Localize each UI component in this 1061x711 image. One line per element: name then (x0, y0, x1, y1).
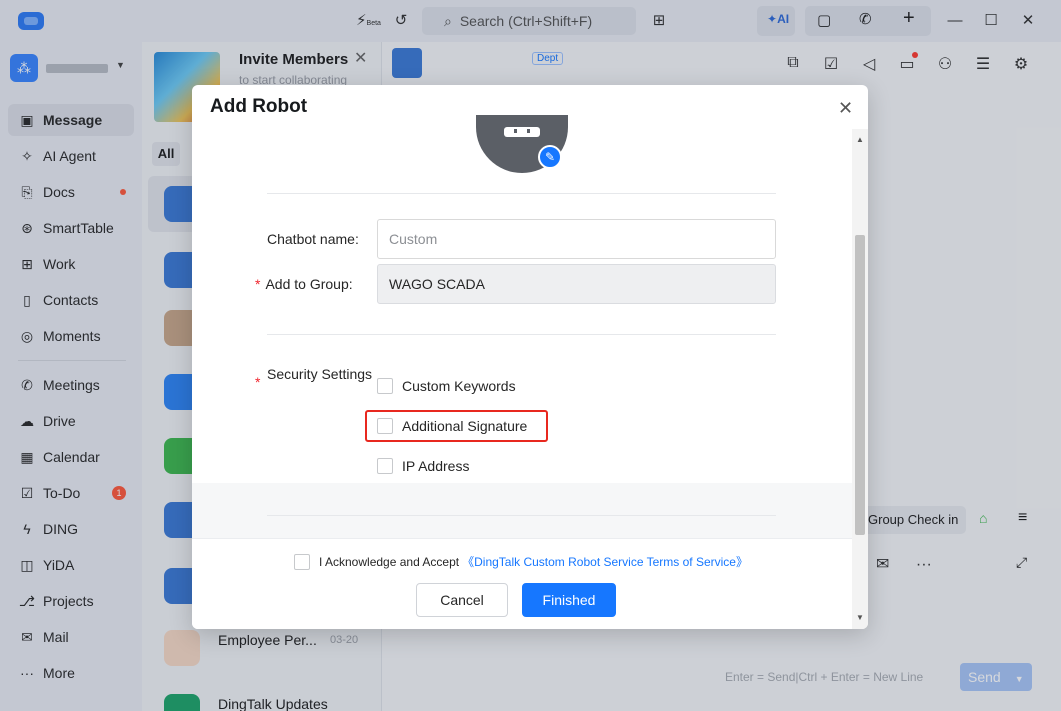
scrollbar-thumb[interactable] (855, 235, 865, 535)
option-label: IP Address (402, 458, 470, 474)
settings-details-area (192, 483, 852, 539)
custom-keywords-checkbox[interactable] (377, 378, 393, 395)
required-mark: * (255, 276, 261, 292)
option-label: Custom Keywords (402, 378, 516, 394)
section-divider (267, 334, 776, 335)
section-divider (267, 193, 776, 194)
agree-text: I Acknowledge and Accept (319, 555, 460, 569)
option-ip-address[interactable]: IP Address (377, 455, 469, 477)
dialog-footer: I Acknowledge and Accept 《DingTalk Custom… (192, 538, 852, 629)
cancel-button[interactable]: Cancel (416, 583, 508, 617)
dialog-scrollbar[interactable]: ▲ ▼ (852, 129, 868, 629)
agree-checkbox[interactable] (294, 553, 310, 570)
terms-link[interactable]: 《DingTalk Custom Robot Service Terms of … (462, 555, 748, 569)
section-divider (267, 515, 776, 516)
chatbot-name-input[interactable]: Custom (377, 219, 776, 259)
highlight-box (365, 410, 548, 442)
terms-agreement: I Acknowledge and Accept 《DingTalk Custom… (294, 553, 748, 571)
edit-pencil-icon[interactable]: ✎ (538, 145, 562, 169)
add-to-group-label-row: * Add to Group: (255, 276, 353, 292)
chatbot-name-placeholder: Custom (389, 231, 438, 247)
ip-address-checkbox[interactable] (377, 458, 393, 475)
security-required-row: * (255, 374, 265, 390)
required-mark: * (255, 374, 261, 390)
add-to-group-label: Add to Group: (265, 276, 353, 292)
add-to-group-value: WAGO SCADA (389, 276, 485, 292)
scroll-down-icon[interactable]: ▼ (856, 613, 864, 622)
close-icon[interactable]: ✕ (838, 98, 853, 119)
option-custom-keywords[interactable]: Custom Keywords (377, 375, 516, 397)
add-to-group-field: WAGO SCADA (377, 264, 776, 304)
dialog-title: Add Robot (210, 96, 308, 117)
security-settings-label: Security Settings (267, 366, 373, 382)
robot-face-icon (504, 127, 540, 137)
finished-button[interactable]: Finished (522, 583, 616, 617)
add-robot-dialog: Add Robot ✕ ✎ Chatbot name: Custom * Add … (192, 85, 868, 629)
chatbot-name-label: Chatbot name: (267, 231, 359, 247)
scroll-up-icon[interactable]: ▲ (856, 135, 864, 144)
